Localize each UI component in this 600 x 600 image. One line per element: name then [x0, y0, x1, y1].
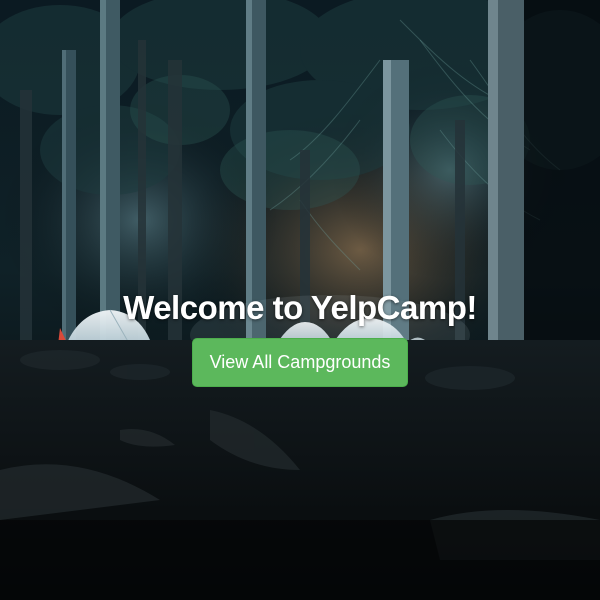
hero-section: Welcome to YelpCamp! View All Campground…	[0, 288, 600, 387]
landing-page: Welcome to YelpCamp! View All Campground…	[0, 0, 600, 600]
hero-title: Welcome to YelpCamp!	[123, 289, 477, 326]
view-all-campgrounds-button[interactable]: View All Campgrounds	[191, 338, 409, 387]
